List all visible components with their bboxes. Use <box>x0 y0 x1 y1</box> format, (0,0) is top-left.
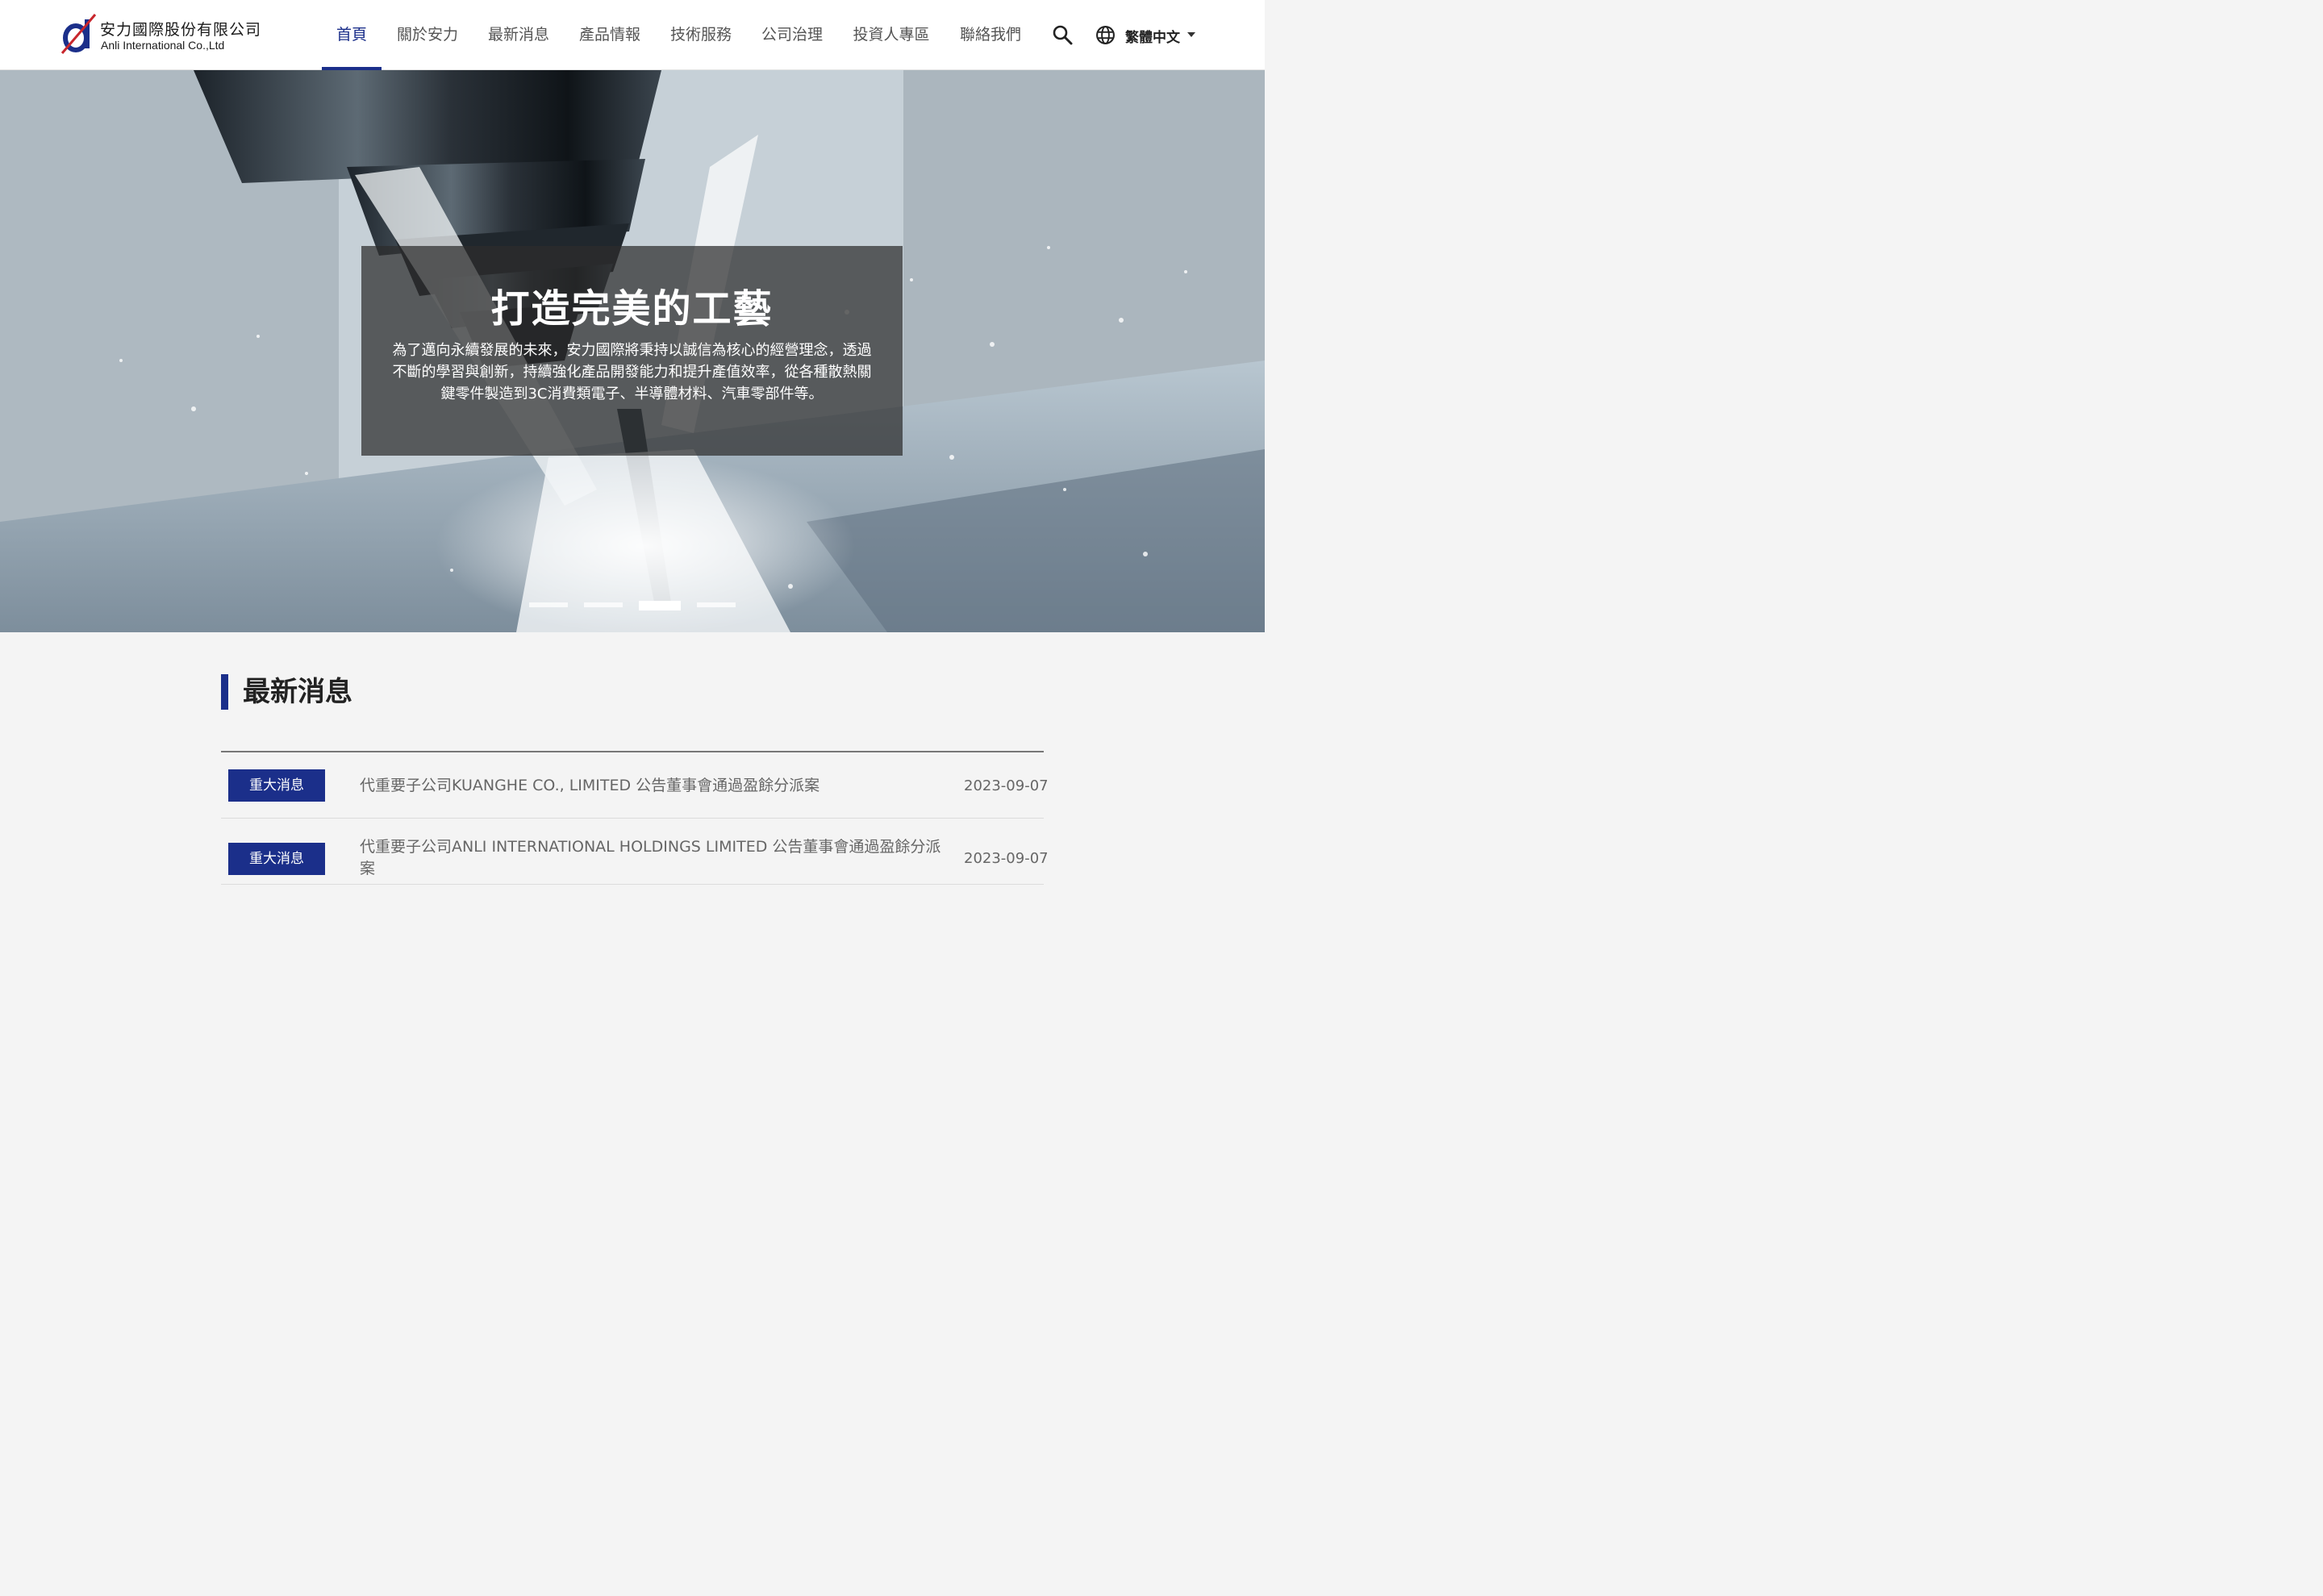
news-category-badge: 重大消息 <box>228 843 325 875</box>
site-header: 安力國際股份有限公司 Anli International Co.,Ltd 首頁… <box>0 0 1265 70</box>
carousel-dot-4[interactable] <box>697 602 736 607</box>
carousel-dot-1[interactable] <box>529 602 568 607</box>
anli-logo-mark-icon <box>60 14 97 54</box>
nav-item-news[interactable]: 最新消息 <box>481 0 557 70</box>
globe-icon <box>1096 26 1115 44</box>
hero-caption-box: 打造完美的工藝 為了邁向永續發展的未來，安力國際將秉持以誠信為核心的經營理念，透… <box>361 246 903 456</box>
nav-item-products[interactable]: 產品情報 <box>572 0 648 70</box>
nav-item-tech-services[interactable]: 技術服務 <box>663 0 739 70</box>
hero-description: 為了邁向永續發展的未來，安力國際將秉持以誠信為核心的經營理念，透過不斷的學習與創… <box>392 342 872 402</box>
nav-item-governance[interactable]: 公司治理 <box>754 0 830 70</box>
news-section-title: 最新消息 <box>243 676 352 708</box>
language-label: 繁體中文 <box>1125 30 1180 46</box>
nav-item-home[interactable]: 首頁 <box>322 0 382 70</box>
nav-item-investors[interactable]: 投資人專區 <box>845 0 937 70</box>
news-item-date: 2023-09-07 <box>964 850 1049 867</box>
logo-company-name-en: Anli International Co.,Ltd <box>101 39 225 52</box>
news-category-badge: 重大消息 <box>228 769 325 802</box>
news-item-date: 2023-09-07 <box>964 777 1049 794</box>
news-list-item[interactable]: 重大消息 代重要子公司KUANGHE CO., LIMITED 公告董事會通過盈… <box>221 752 1049 819</box>
chevron-down-icon <box>1187 32 1195 37</box>
news-item-title[interactable]: 代重要子公司ANLI INTERNATIONAL HOLDINGS LIMITE… <box>360 836 949 880</box>
logo-company-name-cn: 安力國際股份有限公司 <box>100 21 262 39</box>
nav-item-contact[interactable]: 聯絡我們 <box>953 0 1028 70</box>
hero-carousel: 打造完美的工藝 為了邁向永續發展的未來，安力國際將秉持以誠信為核心的經營理念，透… <box>0 70 1265 632</box>
carousel-dot-2[interactable] <box>584 602 623 607</box>
language-selector[interactable]: 繁體中文 <box>1095 23 1200 46</box>
nav-item-about[interactable]: 關於安力 <box>390 0 465 70</box>
hero-title: 打造完美的工藝 <box>490 286 774 331</box>
news-list-item[interactable]: 重大消息 代重要子公司ANLI INTERNATIONAL HOLDINGS L… <box>221 819 1049 885</box>
logo-link[interactable]: 安力國際股份有限公司 Anli International Co.,Ltd <box>60 11 269 60</box>
search-icon[interactable] <box>1052 24 1073 45</box>
carousel-pagination <box>529 601 739 610</box>
news-heading-accent-bar <box>221 674 228 710</box>
news-item-title[interactable]: 代重要子公司KUANGHE CO., LIMITED 公告董事會通過盈餘分派案 <box>360 775 949 797</box>
carousel-dot-3[interactable] <box>639 601 681 610</box>
